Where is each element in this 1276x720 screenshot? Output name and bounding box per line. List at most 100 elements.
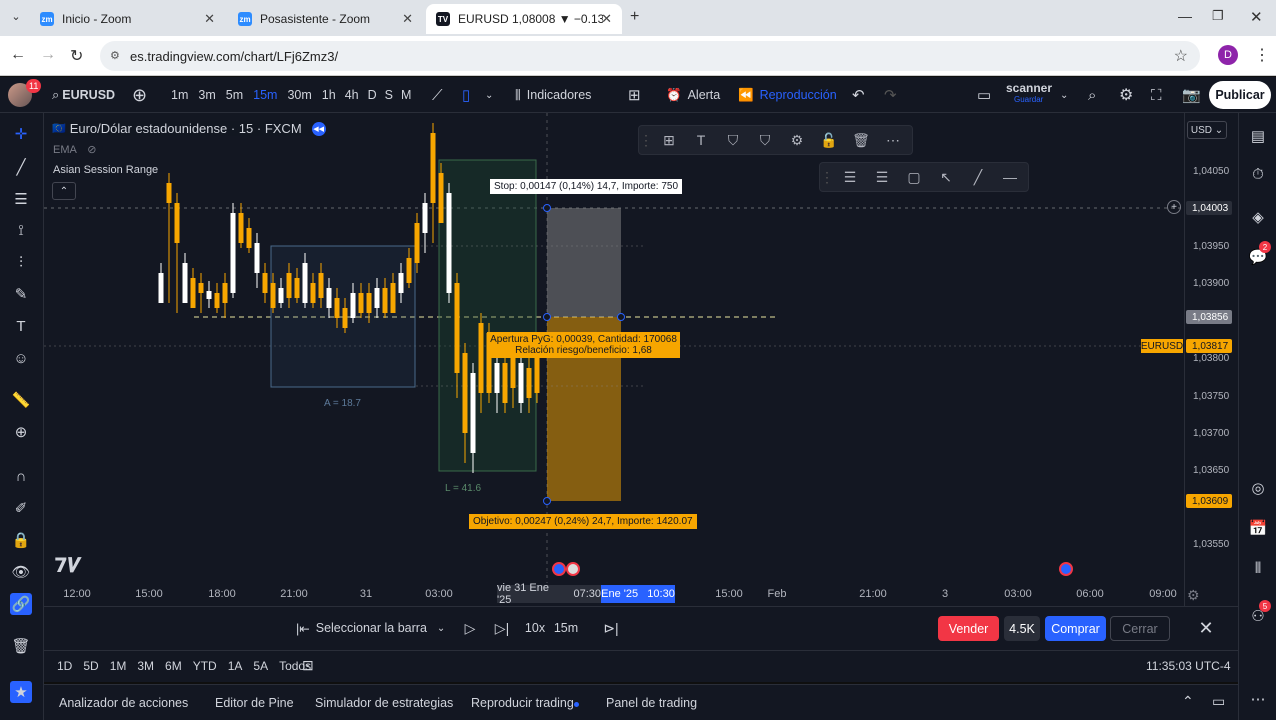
lock-icon[interactable]: 🔒 bbox=[10, 529, 32, 551]
pen-icon[interactable]: ╱ bbox=[962, 169, 994, 186]
more-icon[interactable]: ⋯ bbox=[877, 132, 909, 149]
eye-icon[interactable]: 👁 bbox=[10, 561, 32, 583]
interval-m[interactable]: M bbox=[401, 88, 411, 102]
speed-selector[interactable]: 10x bbox=[520, 615, 550, 641]
economic-event-icon[interactable] bbox=[566, 562, 580, 576]
close-window-icon[interactable]: ✕ bbox=[1250, 8, 1263, 26]
frame-icon[interactable]: ▢ bbox=[898, 169, 930, 186]
new-tab-icon[interactable]: + bbox=[630, 8, 639, 26]
text-icon[interactable]: T bbox=[685, 132, 717, 148]
range-6m[interactable]: 6M bbox=[165, 659, 182, 673]
menu-icon[interactable]: ⋮ bbox=[1254, 45, 1270, 65]
redo-icon[interactable]: ↷ bbox=[884, 77, 897, 113]
template-icon[interactable]: ⊞ bbox=[653, 132, 685, 149]
compare-symbol-icon[interactable]: ⊕ bbox=[132, 77, 147, 113]
buy-button[interactable]: Comprar bbox=[1045, 616, 1106, 641]
crosshair-icon[interactable]: ✛ bbox=[10, 123, 32, 145]
add-alert-plus-icon[interactable]: + bbox=[1167, 200, 1181, 214]
close-icon[interactable]: ✕ bbox=[601, 11, 612, 27]
horizontal-line-icon[interactable]: — bbox=[994, 169, 1026, 185]
chart-type-candles-icon[interactable]: ▯ bbox=[462, 77, 470, 113]
favorites-star-icon[interactable]: ★ bbox=[10, 681, 32, 703]
fullscreen-icon[interactable]: ⛶ bbox=[1151, 77, 1162, 113]
tab-strategy-tester[interactable]: Simulador de estrategias bbox=[315, 696, 453, 710]
currency-selector[interactable]: USD ⌄ bbox=[1187, 121, 1227, 139]
trash-icon[interactable]: 🗑 bbox=[10, 635, 32, 657]
settings-gear-icon[interactable]: ⚙ bbox=[1119, 77, 1133, 113]
interval-5m[interactable]: 5m bbox=[226, 88, 243, 102]
indicator-asian-session[interactable]: Asian Session Range bbox=[53, 164, 158, 176]
range-5d[interactable]: 5D bbox=[83, 659, 98, 673]
interval-d[interactable]: D bbox=[368, 88, 377, 102]
layers-icon[interactable]: ◈ bbox=[1247, 206, 1269, 228]
emoji-icon[interactable]: ☺ bbox=[10, 347, 32, 369]
range-5a[interactable]: 5A bbox=[253, 659, 268, 673]
drag-handle-icon[interactable]: ⋮ bbox=[639, 132, 653, 149]
line-style-icon[interactable]: ☰ bbox=[834, 169, 866, 186]
interval-s[interactable]: S bbox=[385, 88, 393, 102]
quick-search-icon[interactable]: ⌕ bbox=[1088, 77, 1096, 113]
close-replay-icon[interactable]: ✕ bbox=[1194, 616, 1218, 641]
replay-interval-selector[interactable]: 15m bbox=[551, 615, 581, 641]
maximize-panel-icon[interactable]: ▭ bbox=[1212, 693, 1225, 710]
range-1m[interactable]: 1M bbox=[110, 659, 127, 673]
prediction-icon[interactable]: ⫶ bbox=[10, 251, 32, 273]
pattern-icon[interactable]: ⟟ bbox=[10, 219, 32, 241]
chart-settings-gear-icon[interactable]: ⚙ bbox=[1187, 587, 1200, 604]
link-icon[interactable]: 🔗 bbox=[10, 593, 32, 615]
more-horizontal-icon[interactable]: ⋯ bbox=[1247, 688, 1269, 710]
jump-to-realtime-icon[interactable]: ⊳| bbox=[599, 615, 623, 641]
close-icon[interactable]: ✕ bbox=[402, 11, 413, 27]
zoom-in-icon[interactable]: ⊕ bbox=[10, 421, 32, 443]
templates-icon[interactable]: ⊞ bbox=[628, 77, 641, 113]
go-to-date-icon[interactable]: ⊡ bbox=[302, 657, 314, 674]
drag-handle-icon[interactable]: ⋮ bbox=[820, 169, 834, 186]
range-ytd[interactable]: YTD bbox=[193, 659, 217, 673]
reload-icon[interactable]: ↻ bbox=[70, 46, 83, 66]
alerts-clock-icon[interactable]: ⏱ bbox=[1247, 163, 1269, 185]
cursor-icon[interactable]: ↖ bbox=[930, 169, 962, 186]
url-input[interactable]: ⚙ es.tradingview.com/chart/LFj6Zmz3/ ☆ bbox=[100, 41, 1200, 71]
interval-1m[interactable]: 1m bbox=[171, 88, 188, 102]
play-icon[interactable]: ▷ bbox=[458, 615, 482, 641]
alert-button[interactable]: ⏰ Alerta bbox=[666, 77, 720, 113]
watchlist-icon[interactable]: ▤ bbox=[1247, 125, 1269, 147]
target-icon[interactable]: ◎ bbox=[1247, 477, 1269, 499]
chevron-down-icon[interactable]: ⌄ bbox=[485, 77, 493, 113]
economic-event-icon[interactable] bbox=[1059, 562, 1073, 576]
layout-icon[interactable]: ▭ bbox=[977, 77, 991, 113]
minimize-icon[interactable]: — bbox=[1178, 8, 1192, 24]
back-icon[interactable]: ← bbox=[10, 46, 26, 64]
quantity-field[interactable]: 4.5K bbox=[1004, 616, 1040, 641]
hidden-eye-icon[interactable]: ⊘ bbox=[87, 144, 96, 156]
step-forward-icon[interactable]: ▷| bbox=[490, 615, 514, 641]
layout-name[interactable]: scanner Guardar bbox=[1006, 82, 1052, 106]
settings-icon[interactable]: ⚙ bbox=[781, 132, 813, 149]
trend-line-icon[interactable]: ╱ bbox=[10, 156, 32, 178]
tab-trading-panel[interactable]: Panel de trading bbox=[606, 696, 697, 710]
interval-30m[interactable]: 30m bbox=[287, 88, 311, 102]
chevron-up-icon[interactable]: ⌃ bbox=[1182, 693, 1194, 710]
profile-avatar[interactable]: D bbox=[1218, 45, 1238, 65]
economic-event-icon[interactable] bbox=[552, 562, 566, 576]
close-position-button[interactable]: Cerrar bbox=[1110, 616, 1170, 641]
chart-type-line-icon[interactable]: ⟋ bbox=[432, 77, 443, 113]
range-1d[interactable]: 1D bbox=[57, 659, 72, 673]
tab-stock-screener[interactable]: Analizador de acciones bbox=[59, 696, 188, 710]
bookmark-star-icon[interactable]: ☆ bbox=[1174, 46, 1188, 66]
time-axis[interactable]: 12:00 15:00 18:00 21:00 31 03:00 vie 31 … bbox=[44, 582, 1184, 606]
indicators-button[interactable]: ⫼ Indicadores bbox=[515, 77, 591, 113]
calendar-icon[interactable]: 📅 bbox=[1247, 517, 1269, 539]
magnet-icon[interactable]: ∩ bbox=[10, 465, 32, 487]
browser-tab-zoom-assistant[interactable]: zm Posasistente - Zoom ✕ bbox=[228, 4, 423, 34]
maximize-icon[interactable]: ❐ bbox=[1212, 8, 1224, 24]
publish-button[interactable]: Publicar bbox=[1209, 81, 1271, 109]
strategy-icon[interactable]: ⫴ bbox=[1247, 557, 1269, 579]
sell-button[interactable]: Vender bbox=[938, 616, 999, 641]
fib-icon[interactable]: ☰ bbox=[10, 188, 32, 210]
interval-15m[interactable]: 15m bbox=[253, 88, 277, 102]
text-tool-icon[interactable]: T bbox=[10, 315, 32, 337]
symbol-search[interactable]: ⌕ EURUSD bbox=[52, 77, 115, 113]
price-axis[interactable]: USD ⌄ 1,04050 1,04003 1,03950 1,03900 1,… bbox=[1184, 113, 1238, 606]
clock-timezone[interactable]: 11:35:03 UTC-4 bbox=[1146, 659, 1231, 673]
